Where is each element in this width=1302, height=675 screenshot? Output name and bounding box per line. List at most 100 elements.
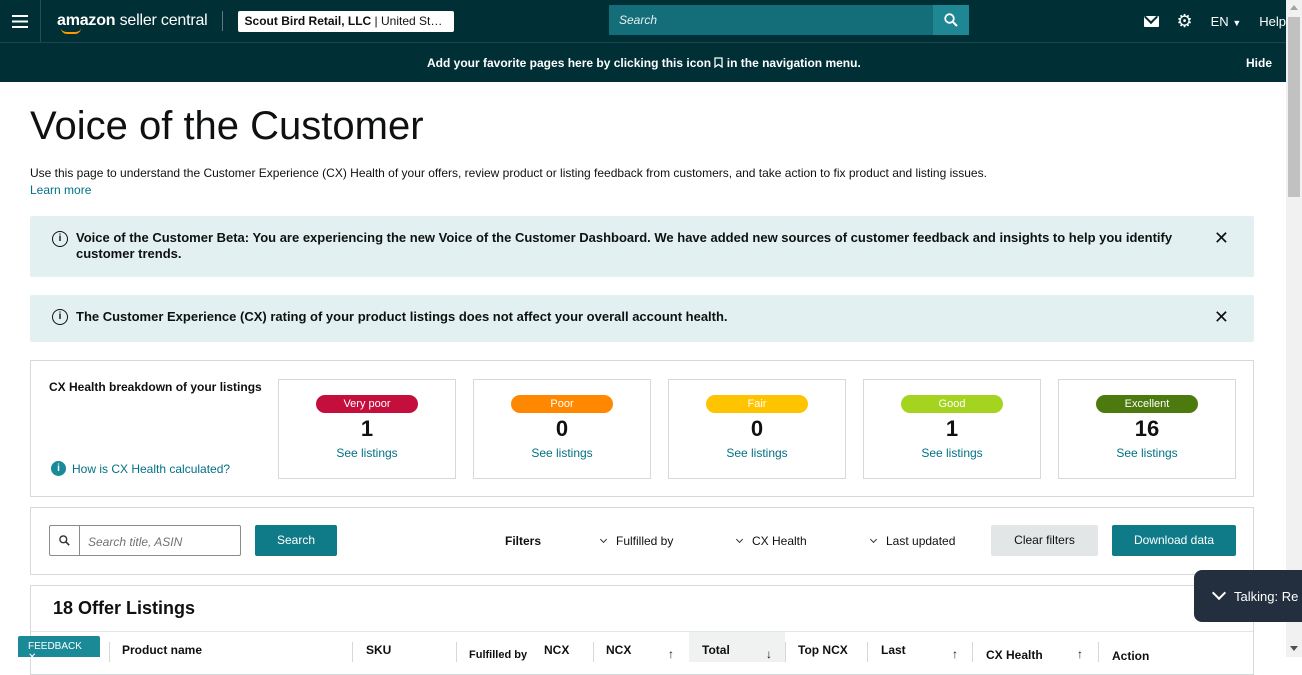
status-badge: Excellent: [1096, 395, 1198, 413]
last-updated-label: Last updated: [886, 534, 956, 548]
listing-count: 16: [1134, 416, 1160, 441]
download-data-button[interactable]: Download data: [1112, 525, 1236, 556]
how-cx-health-link[interactable]: i How is CX Health calculated?: [51, 461, 230, 476]
fulfilled-by-dropdown[interactable]: Fulfilled by: [599, 534, 674, 548]
account-switcher[interactable]: Scout Bird Retail, LLC | United St…: [237, 10, 454, 32]
close-icon[interactable]: ✕: [1214, 307, 1229, 328]
gear-icon[interactable]: ⚙: [1177, 12, 1193, 30]
logo-light-text: seller central: [115, 12, 208, 29]
learn-more-link[interactable]: Learn more: [30, 183, 91, 197]
see-listings-link[interactable]: See listings: [1059, 446, 1235, 460]
favorites-bar: Add your favorite pages here by clicking…: [0, 42, 1286, 82]
divider: [31, 631, 1253, 632]
column-header-fulfilled-by[interactable]: Fulfilled by: [469, 649, 527, 661]
global-search-button[interactable]: [933, 5, 969, 35]
cx-health-breakdown-panel: CX Health breakdown of your listings i H…: [30, 360, 1254, 497]
amazon-seller-central-logo[interactable]: amazon seller central: [57, 12, 208, 34]
global-search-input[interactable]: Search: [609, 5, 933, 35]
column-header-ncx-rate[interactable]: NCX: [544, 643, 569, 657]
status-badge: Good: [901, 395, 1003, 413]
sort-icon[interactable]: ↑: [952, 647, 958, 661]
language-label: EN: [1210, 13, 1229, 29]
column-header-ncx-orders[interactable]: NCX: [606, 643, 631, 657]
listing-count: 0: [750, 416, 764, 441]
favorites-message: Add your favorite pages here by clicking…: [427, 56, 861, 70]
scroll-up-arrow-icon[interactable]: [1290, 5, 1298, 10]
chevron-down-icon[interactable]: [1211, 585, 1227, 601]
cx-card-good: Good 1 See listings: [863, 379, 1041, 479]
see-listings-link[interactable]: See listings: [474, 446, 650, 460]
filter-panel: Search title, ASIN Search Filters Fulfil…: [30, 507, 1254, 575]
search-icon: [50, 526, 80, 555]
column-separator: [972, 642, 973, 662]
column-separator: [352, 642, 353, 662]
column-separator: [1098, 642, 1099, 662]
search-icon: [944, 13, 958, 27]
column-separator: [785, 642, 786, 662]
close-icon[interactable]: ✕: [1214, 228, 1229, 249]
hide-favorites-link[interactable]: Hide: [1246, 56, 1272, 70]
hamburger-menu-icon[interactable]: [0, 0, 41, 42]
account-name: Scout Bird Retail, LLC: [244, 13, 372, 28]
column-header-last-updated[interactable]: Last: [881, 643, 906, 657]
see-listings-link[interactable]: See listings: [864, 446, 1040, 460]
sort-down-icon[interactable]: ↓: [766, 647, 772, 661]
search-button[interactable]: Search: [255, 525, 337, 556]
listings-title: 18 Offer Listings: [53, 598, 196, 618]
feedback-label: FEEDBACK: [28, 641, 82, 652]
offer-listings-panel: 18 Offer Listings Product name SKU Fulfi…: [30, 585, 1254, 675]
talking-widget[interactable]: Talking: Re: [1194, 570, 1302, 622]
fulfilled-by-label: Fulfilled by: [616, 534, 674, 548]
status-badge: Fair: [706, 395, 808, 413]
sort-icon[interactable]: ↑: [1077, 647, 1083, 661]
cx-health-label: CX Health: [752, 534, 807, 548]
listing-search-input[interactable]: Search title, ASIN: [49, 525, 241, 556]
column-header-sku[interactable]: SKU: [366, 643, 391, 657]
feedback-button[interactable]: FEEDBACK ✕: [18, 636, 100, 663]
see-listings-link[interactable]: See listings: [279, 446, 455, 460]
filters-label: Filters: [505, 534, 542, 548]
sort-icon[interactable]: ↑: [668, 647, 674, 661]
close-icon[interactable]: ✕: [28, 652, 36, 663]
cx-health-dropdown[interactable]: CX Health: [735, 534, 807, 548]
header-actions: ⚙ EN ▼ Help: [1143, 0, 1286, 42]
bookmark-icon: [714, 57, 724, 69]
column-header-top-ncx[interactable]: Top NCX: [798, 643, 848, 657]
language-selector[interactable]: EN ▼: [1211, 14, 1242, 29]
cx-card-poor: Poor 0 See listings: [473, 379, 651, 479]
info-icon: i: [51, 461, 66, 476]
status-badge: Very poor: [316, 395, 418, 413]
talking-label: Talking: Re: [1234, 588, 1299, 604]
cx-rating-alert: i The Customer Experience (CX) rating of…: [30, 295, 1254, 342]
beta-alert: i Voice of the Customer Beta: You are ex…: [30, 216, 1254, 277]
favorites-message-after: in the navigation menu.: [726, 56, 861, 70]
column-separator: [456, 642, 457, 662]
beta-alert-text: Voice of the Customer Beta: You are expe…: [76, 230, 1173, 261]
info-icon: i: [52, 309, 68, 325]
account-region: | United St…: [371, 13, 443, 28]
mail-icon[interactable]: [1143, 15, 1159, 27]
column-header-total[interactable]: Total: [702, 643, 730, 657]
caret-down-icon: ▼: [1232, 17, 1242, 28]
clear-filters-button[interactable]: Clear filters: [991, 525, 1098, 556]
chevron-down-icon: [869, 535, 878, 544]
help-link[interactable]: Help: [1259, 14, 1286, 29]
column-header-cx-health[interactable]: CX Health: [986, 648, 1043, 662]
cx-card-fair: Fair 0 See listings: [668, 379, 846, 479]
see-listings-link[interactable]: See listings: [669, 446, 845, 460]
listing-count: 1: [360, 416, 374, 441]
favorites-message-before: Add your favorite pages here by clicking…: [427, 56, 712, 70]
listing-count: 1: [945, 416, 959, 441]
search-placeholder: Search title, ASIN: [88, 535, 183, 549]
column-separator: [867, 642, 868, 662]
page-scrollbar[interactable]: [1286, 0, 1302, 657]
scrollbar-thumb[interactable]: [1288, 17, 1300, 197]
how-cx-health-label: How is CX Health calculated?: [72, 461, 231, 476]
logo-bold-text: amazon: [57, 12, 116, 29]
divider: [221, 11, 223, 31]
scroll-down-arrow-icon[interactable]: [1290, 646, 1298, 651]
column-header-product-name[interactable]: Product name: [122, 643, 202, 657]
column-header-action: Action: [1112, 649, 1150, 663]
last-updated-dropdown[interactable]: Last updated: [869, 534, 956, 548]
cx-card-very-poor: Very poor 1 See listings: [278, 379, 456, 479]
